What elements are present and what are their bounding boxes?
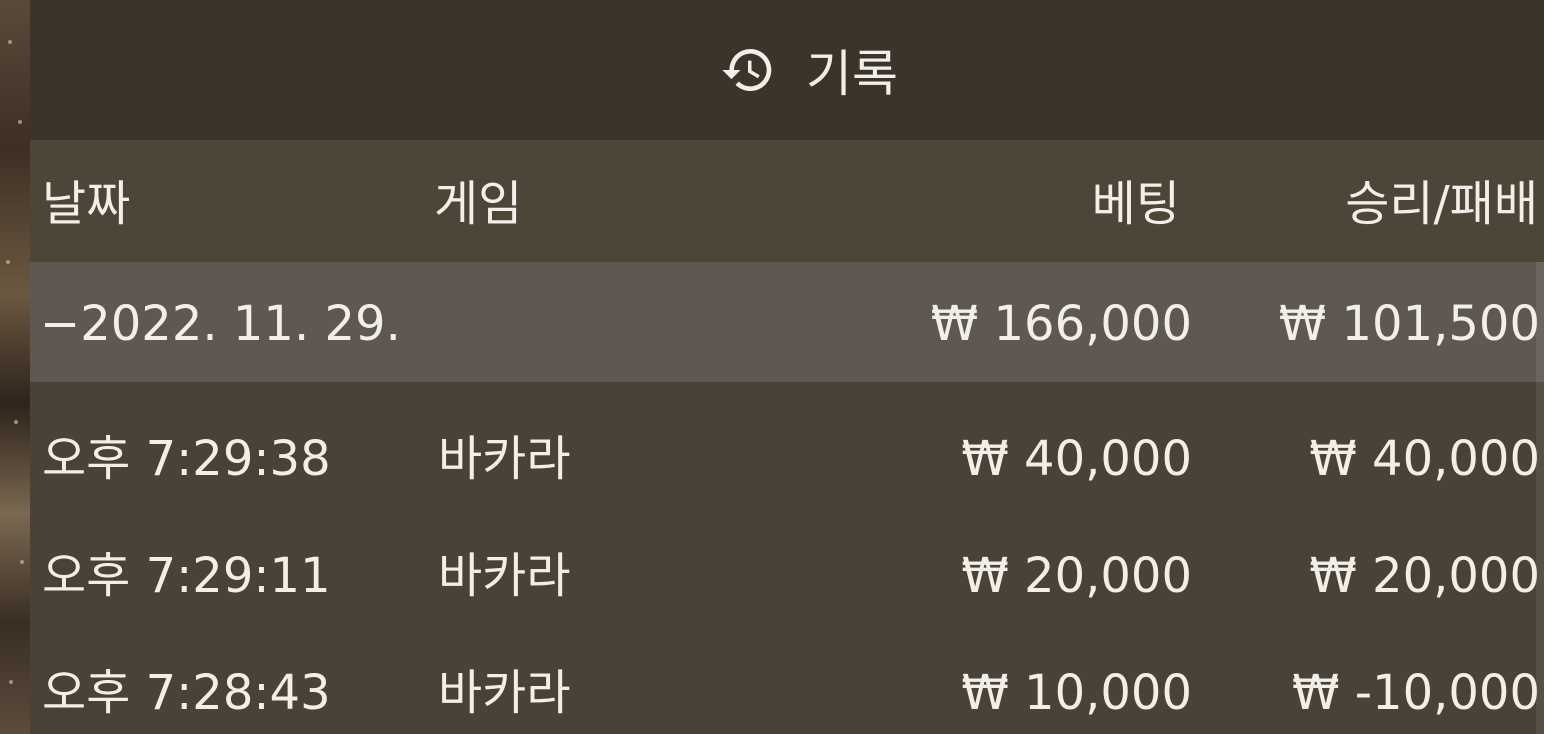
column-header-result: 승리/패배: [1345, 176, 1538, 232]
column-header-date: 날짜: [42, 176, 131, 232]
row-result: ₩ 20,000: [1309, 548, 1540, 604]
table-row[interactable]: 오후 7:28:43 바카라 ₩ 10,000 ₩ -10,000: [30, 616, 1544, 733]
row-game: 바카라: [438, 431, 571, 487]
row-result: ₩ -10,000: [1292, 665, 1540, 721]
date-summary-row[interactable]: −2022. 11. 29. ₩ 166,000 ₩ 101,500: [30, 262, 1544, 382]
history-panel: 기록 날짜 게임 베팅 승리/패배 −2022. 11. 29. ₩ 166,0…: [30, 0, 1544, 734]
column-header-bet: 베팅: [1091, 176, 1180, 232]
row-result: ₩ 40,000: [1309, 431, 1540, 487]
background-light-speck: [18, 120, 22, 124]
background-light-speck: [20, 560, 24, 564]
background-light-speck: [14, 420, 18, 424]
summary-date: −2022. 11. 29.: [40, 296, 401, 352]
row-game: 바카라: [438, 548, 571, 604]
column-header-game: 게임: [434, 176, 523, 232]
row-bet: ₩ 20,000: [961, 548, 1192, 604]
row-bet: ₩ 40,000: [961, 431, 1192, 487]
summary-bet-total: ₩ 166,000: [930, 296, 1192, 352]
background-light-speck: [6, 260, 10, 264]
row-time: 오후 7:28:43: [42, 665, 331, 721]
table-row[interactable]: 오후 7:29:38 바카라 ₩ 40,000 ₩ 40,000: [30, 382, 1544, 499]
background-light-speck: [8, 40, 12, 44]
row-time: 오후 7:29:38: [42, 431, 331, 487]
history-title-bar: 기록: [30, 0, 1544, 140]
row-time: 오후 7:29:11: [42, 548, 331, 604]
history-title: 기록: [720, 34, 898, 106]
table-row[interactable]: 오후 7:29:11 바카라 ₩ 20,000 ₩ 20,000: [30, 499, 1544, 616]
history-icon: [722, 49, 772, 91]
background-casino-image: [0, 0, 30, 734]
row-game: 바카라: [438, 665, 571, 721]
row-bet: ₩ 10,000: [961, 665, 1192, 721]
table-header-row: 날짜 게임 베팅 승리/패배: [30, 140, 1544, 262]
history-title-label: 기록: [806, 45, 898, 103]
summary-result-total: ₩ 101,500: [1278, 296, 1540, 352]
table-scrollbar[interactable]: [1536, 262, 1544, 734]
background-light-speck: [9, 680, 13, 684]
